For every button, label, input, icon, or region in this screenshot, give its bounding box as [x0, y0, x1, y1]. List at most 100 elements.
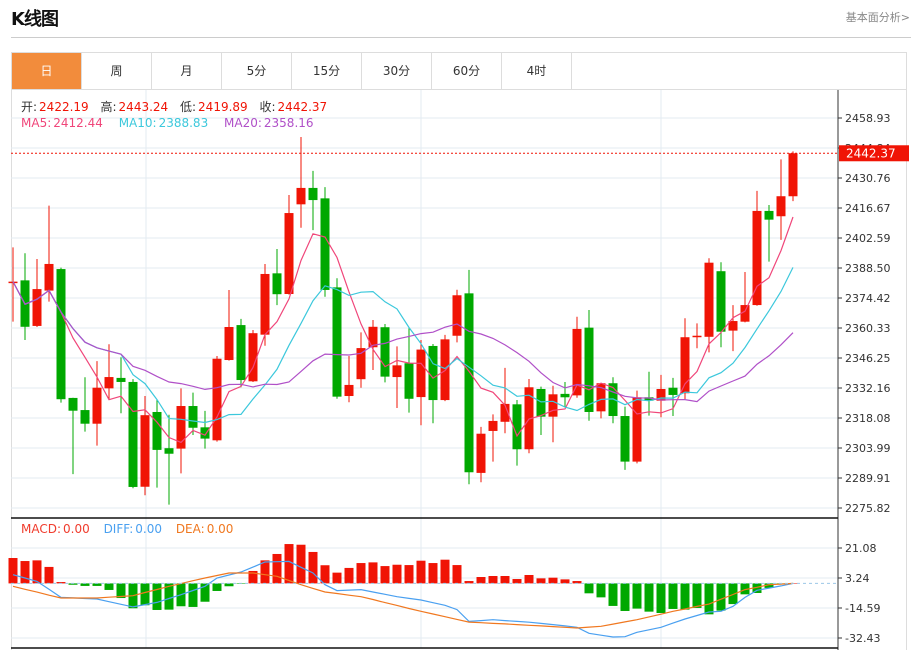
candle: [524, 378, 534, 454]
candle-body: [428, 345, 438, 401]
candle-body: [200, 427, 210, 439]
macd-bar: [512, 579, 522, 584]
candle-body: [32, 289, 42, 326]
open-value: 2422.19: [39, 100, 89, 114]
candle: [44, 205, 54, 302]
candle: [224, 289, 234, 361]
macd-bar: [632, 583, 642, 609]
price-tick-label: 2458.93: [845, 112, 891, 125]
macd-bar: [308, 551, 318, 584]
macd-bar: [608, 583, 618, 606]
candle-body: [668, 387, 678, 395]
candle: [764, 204, 774, 262]
ma10-value: 2388.83: [158, 116, 209, 130]
candle: [620, 406, 630, 470]
macd-bar: [212, 583, 222, 591]
candle-body: [344, 384, 354, 397]
macd-bar: [344, 567, 354, 584]
candle-body: [128, 381, 138, 487]
candle-body: [404, 363, 414, 399]
candle-body: [692, 335, 702, 338]
price-tick-label: 2402.59: [845, 232, 891, 245]
macd-bar: [368, 562, 378, 584]
macd-bar: [296, 544, 306, 584]
candle: [236, 318, 246, 388]
candle-body: [584, 327, 594, 412]
candle-body: [212, 358, 222, 441]
macd-bar: [188, 583, 198, 607]
macd-bar: [152, 583, 162, 610]
close-value: 2442.37: [277, 100, 328, 114]
candle: [128, 379, 138, 489]
low-value: 2419.89: [198, 100, 248, 114]
candle-body: [260, 273, 270, 335]
candle: [296, 137, 306, 228]
candle: [344, 355, 354, 403]
macd-bar: [644, 583, 654, 612]
candle: [500, 367, 510, 434]
candle-body: [332, 287, 342, 397]
candle-body: [92, 387, 102, 424]
candle: [272, 249, 282, 306]
macd-bar: [560, 579, 570, 584]
price-tick-label: 2346.25: [845, 352, 891, 365]
candle: [728, 305, 738, 352]
candle-body: [272, 273, 282, 295]
candle-body: [284, 213, 294, 294]
macd-bar: [392, 564, 402, 584]
candle: [692, 323, 702, 349]
candle: [284, 194, 294, 295]
price-tick-label: 2430.76: [845, 172, 891, 185]
macd-bar: [8, 558, 18, 584]
candle-body: [296, 187, 306, 205]
ma-legend: MA5: 2412.44 MA10: 2388.83 MA20: 2358.16: [21, 116, 316, 130]
candle-body: [704, 262, 714, 337]
low-label: 低:: [180, 100, 197, 114]
candle-body: [116, 377, 126, 382]
macd-bar: [320, 565, 330, 584]
candle: [644, 371, 654, 416]
candle: [176, 388, 186, 474]
candle: [404, 328, 414, 413]
candle: [716, 262, 726, 348]
price-tick-label: 2303.99: [845, 442, 891, 455]
macd-bar: [620, 583, 630, 611]
candle: [488, 414, 498, 462]
ma5-value: 2412.44: [53, 116, 103, 130]
macd-bar: [488, 576, 498, 584]
macd-bar: [548, 577, 558, 584]
candle: [212, 355, 222, 442]
macd-bar: [680, 583, 690, 610]
candle: [116, 357, 126, 414]
candle-body: [548, 394, 558, 417]
macd-bar: [140, 583, 150, 606]
price-tick-label: 2360.33: [845, 322, 891, 335]
macd-bar: [284, 544, 294, 584]
ma10-label: MA10:: [118, 116, 157, 130]
candle-body: [68, 397, 78, 411]
ma20-value: 2358.16: [263, 116, 314, 130]
candle: [632, 390, 642, 464]
macd-bar: [668, 583, 678, 609]
candle: [248, 329, 258, 382]
macd-bar: [452, 565, 462, 584]
candle-body: [452, 295, 462, 336]
candle-body: [80, 410, 90, 424]
candle: [356, 332, 366, 388]
macd-bar: [596, 583, 606, 598]
candle-body: [716, 271, 726, 332]
candle-body: [56, 269, 66, 400]
macd-bar: [584, 583, 594, 594]
macd-bar: [476, 577, 486, 584]
price-tick-label: 2275.82: [845, 502, 891, 515]
macd-tick-label: 21.08: [845, 542, 877, 555]
macd-bar: [44, 566, 54, 584]
candle: [332, 278, 342, 399]
candle: [680, 318, 690, 400]
macd-bar: [20, 561, 30, 584]
candle-body: [488, 420, 498, 431]
candle: [740, 272, 750, 323]
macd-tick-label: -14.59: [845, 602, 880, 615]
candle: [392, 346, 402, 408]
candle-body: [308, 187, 318, 201]
